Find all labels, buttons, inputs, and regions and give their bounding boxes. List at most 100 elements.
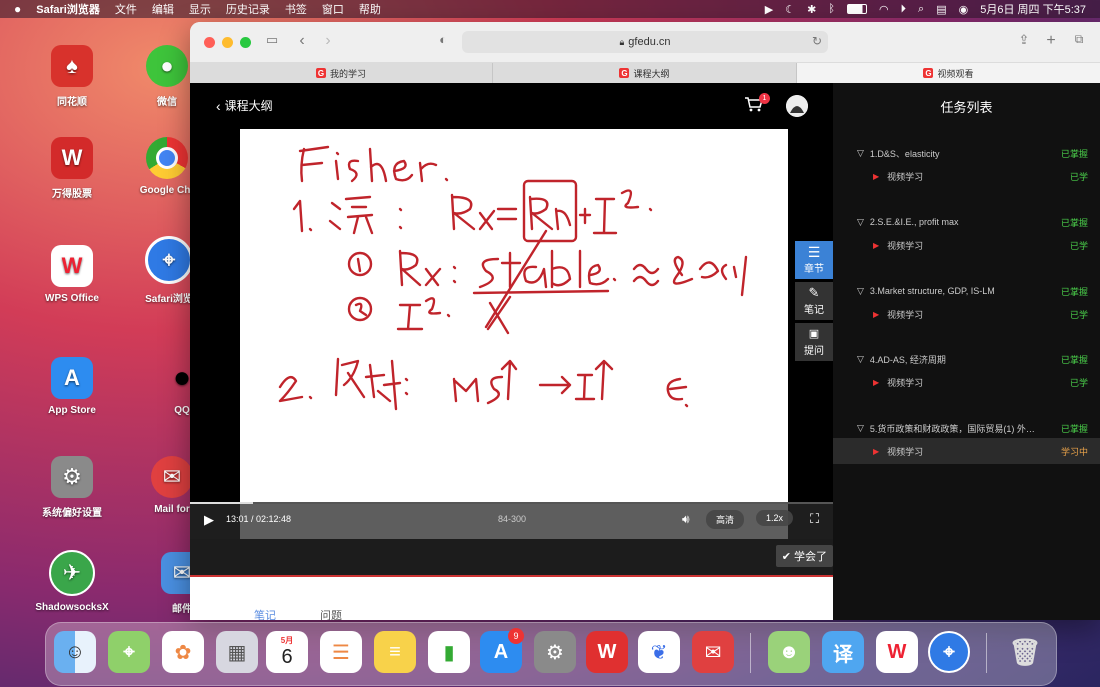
fullscreen-icon[interactable]: ⛶ xyxy=(810,511,819,527)
mark-learned-button[interactable]: ✔ 学会了 xyxy=(775,545,833,567)
menu-window[interactable]: 窗口 xyxy=(322,1,344,17)
launchpad-icon[interactable]: ▦ xyxy=(216,631,258,673)
desktop-icon-wind[interactable]: W 万得股票 xyxy=(27,137,117,200)
play-status-icon[interactable]: ▶ xyxy=(765,3,773,16)
cart-button[interactable]: 1 xyxy=(744,93,770,112)
control-center-icon[interactable]: ▤ xyxy=(936,3,946,16)
reload-icon[interactable]: ↻ xyxy=(812,34,822,48)
wind-icon: W xyxy=(51,137,93,179)
wps-icon: W xyxy=(51,245,93,287)
family-app-icon[interactable]: ☻ xyxy=(768,631,810,673)
close-window-button[interactable] xyxy=(204,37,215,48)
address-bar[interactable]: 🔒︎ gfedu.cn ↻ xyxy=(462,31,828,53)
lesson-item[interactable]: ▶ 视频学习 已学 xyxy=(833,232,1100,258)
moon-icon[interactable]: ☾ xyxy=(785,3,795,16)
video-play-icon: ▶ xyxy=(873,240,880,250)
chapter-header[interactable]: ▽ 2.S.E.&I.E., profit max 已掌握 xyxy=(857,212,1088,232)
tab-notes[interactable]: 笔记 xyxy=(254,607,276,620)
video-play-icon: ▶ xyxy=(873,446,880,456)
maps-icon[interactable]: ⌖ xyxy=(108,631,150,673)
tab-video-watch[interactable]: G 视频观看 xyxy=(797,63,1100,83)
video-play-icon: ▶ xyxy=(873,377,880,387)
appstore-badge: 9 xyxy=(508,628,524,644)
battery-icon[interactable] xyxy=(846,4,867,14)
menubar-clock[interactable]: 5月6日 周四 下午5:37 xyxy=(980,1,1086,17)
lesson-item-current[interactable]: ▶ 视频学习 学习中 xyxy=(833,438,1100,464)
share-icon[interactable]: ⇪ xyxy=(1014,32,1034,48)
chapter-header[interactable]: ▽ 1.D&S、elasticity 已掌握 xyxy=(857,143,1088,163)
play-button[interactable]: ▶ xyxy=(204,512,214,528)
trash-icon[interactable]: 🗑︎ xyxy=(1004,631,1046,673)
speed-button[interactable]: 1.2x xyxy=(756,510,794,526)
siri-icon[interactable]: ◉ xyxy=(959,3,969,16)
app-menu[interactable]: Safari浏览器 xyxy=(36,1,100,17)
triangle-down-icon: ▽ xyxy=(857,353,864,364)
minimize-window-button[interactable] xyxy=(222,37,233,48)
reminders-icon[interactable]: ☰ xyxy=(320,631,362,673)
triangle-down-icon: ▽ xyxy=(857,147,864,158)
question-panel-button[interactable]: ▣ 提问 xyxy=(795,323,833,361)
desktop-icon-tonghuashun[interactable]: ♠ 同花顺 xyxy=(27,45,117,108)
tab-questions[interactable]: 问题 xyxy=(320,607,342,620)
bluetooth-icon[interactable]: ᛒ xyxy=(828,3,835,15)
progress-bar[interactable] xyxy=(190,502,833,504)
lark-icon[interactable]: ❦ xyxy=(638,631,680,673)
play-circle-icon[interactable]: ⏵ xyxy=(901,3,907,16)
avatar[interactable] xyxy=(786,95,808,117)
zoom-window-button[interactable] xyxy=(240,37,251,48)
lesson-item[interactable]: ▶ 视频学习 已学 xyxy=(833,369,1100,395)
wps-dock-icon[interactable]: W xyxy=(876,631,918,673)
sidebar-toggle-icon[interactable]: ▭ xyxy=(262,32,282,48)
task-list-title: 任务列表 xyxy=(940,100,993,115)
search-icon[interactable]: ⌕ xyxy=(918,3,924,16)
video-player[interactable]: ☰ 章节 ✎ 笔记 ▣ 提问 ▶ 13:01 / 02:12:48 84-300… xyxy=(190,129,833,539)
notes-panel-button[interactable]: ✎ 笔记 xyxy=(795,282,833,320)
chapter-header[interactable]: ▽ 5.货币政策和财政政策，国际贸易(1) 外… 已掌握 xyxy=(857,418,1088,438)
desktop-icon-wps[interactable]: W WPS Office xyxy=(27,245,117,304)
privacy-shield-icon[interactable]: ◐ xyxy=(433,32,453,47)
wifi-icon[interactable]: ◠ xyxy=(879,3,889,16)
translate-icon[interactable]: 译 xyxy=(822,631,864,673)
calendar-icon[interactable]: 5月 6 xyxy=(266,631,308,673)
back-to-outline-link[interactable]: ‹ 课程大纲 xyxy=(216,97,273,114)
menu-history[interactable]: 历史记录 xyxy=(226,1,270,17)
notes-icon[interactable]: ≡ xyxy=(374,631,416,673)
numbers-icon[interactable]: ▮ xyxy=(428,631,470,673)
safari-dock-icon[interactable]: ⌖ xyxy=(928,631,970,673)
list-icon: ☰ xyxy=(807,243,821,260)
mail-dock-icon[interactable]: ✉ xyxy=(692,631,734,673)
quality-button[interactable]: 高清 xyxy=(706,510,745,529)
back-nav-icon[interactable]: ‹ xyxy=(292,32,312,50)
time-display: 13:01 / 02:12:48 xyxy=(226,514,292,524)
tab-overview-icon[interactable]: ⧉ xyxy=(1069,32,1089,47)
menu-bookmarks[interactable]: 书签 xyxy=(285,1,307,17)
desktop-icon-system-preferences[interactable]: ⚙ 系统偏好设置 xyxy=(27,456,117,519)
lesson-item[interactable]: ▶ 视频学习 已学 xyxy=(833,163,1100,189)
desktop-icon-shadowsocks[interactable]: ✈ ShadowsocksX xyxy=(27,550,117,613)
tab-my-learning[interactable]: G 我的学习 xyxy=(190,63,493,83)
photos-icon[interactable]: ✿ xyxy=(162,631,204,673)
control-icon[interactable]: ✱ xyxy=(807,3,816,16)
apple-menu-icon[interactable]: ● xyxy=(14,2,21,16)
lesson-item[interactable]: ▶ 视频学习 已学 xyxy=(833,301,1100,327)
desktop-icon-appstore[interactable]: A App Store xyxy=(27,357,117,416)
dock: ☺ ⌖ ✿ ▦ 5月 6 ☰ ≡ ▮ A 9 ⚙ W ❦ ✉ ☻ 译 W ⌖ 🗑… xyxy=(45,622,1057,686)
tab-course-outline[interactable]: G 课程大纲 xyxy=(493,63,797,83)
menu-view[interactable]: 显示 xyxy=(189,1,211,17)
menu-edit[interactable]: 编辑 xyxy=(152,1,174,17)
new-tab-icon[interactable]: + xyxy=(1041,32,1061,50)
volume-icon[interactable]: 🔊︎ xyxy=(682,512,690,527)
chapter-header[interactable]: ▽ 4.AD-AS, 经济周期 已掌握 xyxy=(857,349,1088,369)
wind-dock-icon[interactable]: W xyxy=(586,631,628,673)
chapter-panel-button[interactable]: ☰ 章节 xyxy=(795,241,833,279)
finder-icon[interactable]: ☺ xyxy=(54,631,96,673)
forward-nav-icon[interactable]: › xyxy=(318,32,338,50)
menu-help[interactable]: 帮助 xyxy=(359,1,381,17)
chapter-header[interactable]: ▽ 3.Market structure, GDP, IS-LM 已掌握 xyxy=(857,281,1088,301)
system-preferences-dock-icon[interactable]: ⚙ xyxy=(534,631,576,673)
pencil-icon: ✎ xyxy=(808,284,820,300)
system-preferences-icon: ⚙ xyxy=(51,456,93,498)
video-play-icon: ▶ xyxy=(873,171,880,181)
gfedu-favicon-icon: G xyxy=(315,68,326,78)
menu-file[interactable]: 文件 xyxy=(115,1,137,17)
